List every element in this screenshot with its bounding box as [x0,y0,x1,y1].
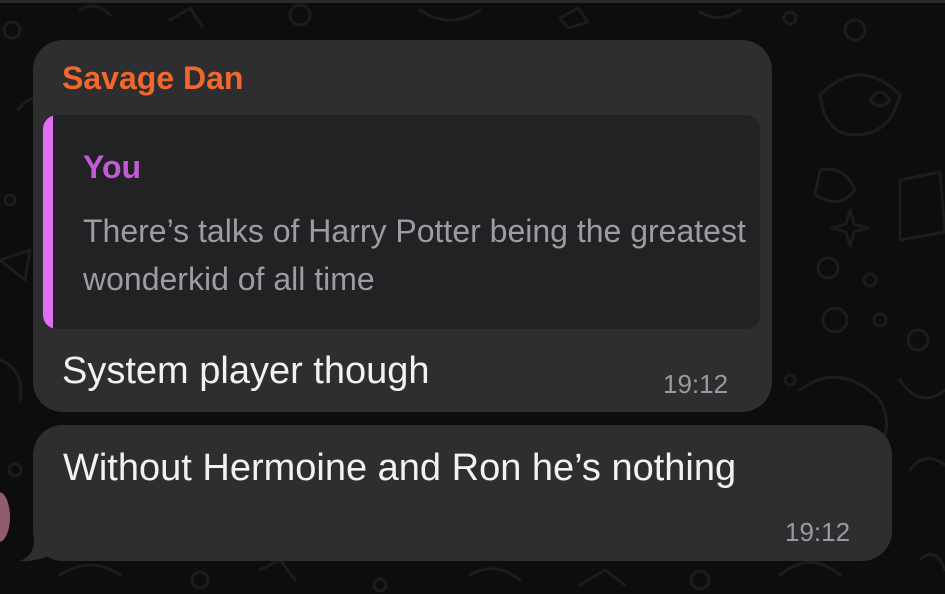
message-bubble[interactable]: Without Hermoine and Ron he’s nothing 19… [33,425,892,561]
top-divider [0,0,945,3]
chat-background: Savage Dan You There’s talks of Harry Po… [0,0,945,594]
message-timestamp: 19:12 [663,369,729,399]
reply-author: You [83,149,142,185]
message-text: System player though [62,350,430,392]
reply-quote[interactable]: You There’s talks of Harry Potter being … [43,115,760,329]
sender-name[interactable]: Savage Dan [62,58,243,98]
reply-accent-bar [43,115,53,329]
reply-text: There’s talks of Harry Potter being the … [83,213,746,297]
message-timestamp: 19:12 [785,517,851,547]
message-bubble[interactable]: Savage Dan You There’s talks of Harry Po… [33,40,772,412]
message-text: Without Hermoine and Ron he’s nothing [63,447,737,489]
